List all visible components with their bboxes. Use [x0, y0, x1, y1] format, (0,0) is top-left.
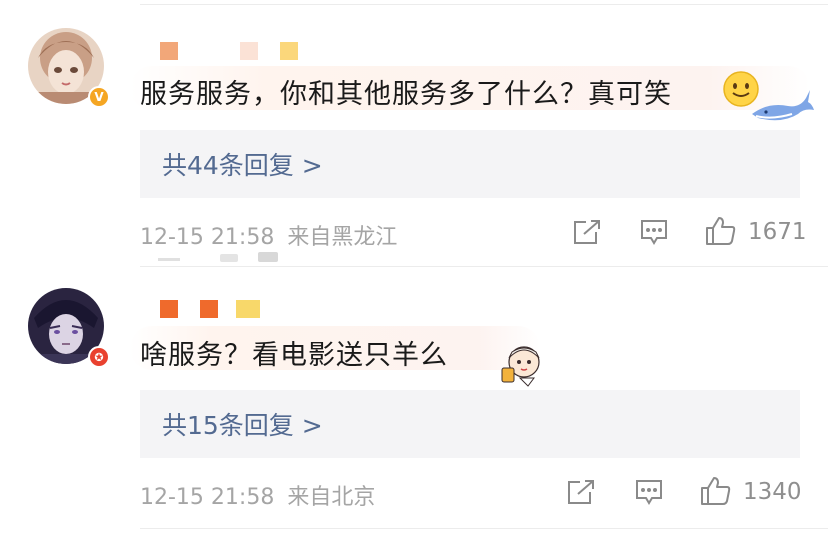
- username-masked[interactable]: [160, 300, 270, 318]
- share-icon[interactable]: [566, 478, 596, 510]
- timestamp: 12-15 21:58: [140, 225, 275, 250]
- view-replies-link[interactable]: 共44条回复 >: [162, 146, 323, 182]
- comment-icon[interactable]: [634, 478, 664, 510]
- comment-divider: [140, 266, 828, 267]
- location: 来自黑龙江: [287, 225, 398, 250]
- top-divider: [140, 4, 828, 5]
- location: 来自北京: [287, 485, 376, 510]
- view-replies-link[interactable]: 共15条回复 >: [162, 406, 323, 442]
- comment-text: 服务服务，你和其他服务多了什么？真可笑: [140, 79, 672, 110]
- comment-icon[interactable]: [639, 218, 669, 250]
- decorative-mark: [220, 254, 238, 262]
- reply-box[interactable]: 共15条回复 >: [140, 390, 800, 458]
- chibi-sticker-icon: [498, 340, 552, 392]
- reply-box[interactable]: 共44条回复 >: [140, 130, 800, 198]
- timestamp: 12-15 21:58: [140, 485, 275, 510]
- whale-icon: [748, 84, 814, 130]
- like-count: 1340: [743, 479, 802, 505]
- comment-meta: 12-15 21:58 来自北京: [140, 479, 375, 511]
- username-masked[interactable]: [160, 42, 310, 60]
- like-count: 1671: [748, 219, 807, 245]
- comment-meta: 12-15 21:58 来自黑龙江: [140, 219, 397, 251]
- decorative-mark: [258, 252, 278, 262]
- member-badge: ✪: [88, 346, 110, 368]
- comment-text: 啥服务？看电影送只羊么: [140, 340, 448, 371]
- like-icon[interactable]: [699, 475, 733, 511]
- like-icon[interactable]: [704, 215, 738, 251]
- share-icon[interactable]: [572, 218, 602, 250]
- bottom-divider: [140, 528, 828, 529]
- verified-badge: V: [88, 86, 110, 108]
- decorative-mark: [158, 258, 180, 261]
